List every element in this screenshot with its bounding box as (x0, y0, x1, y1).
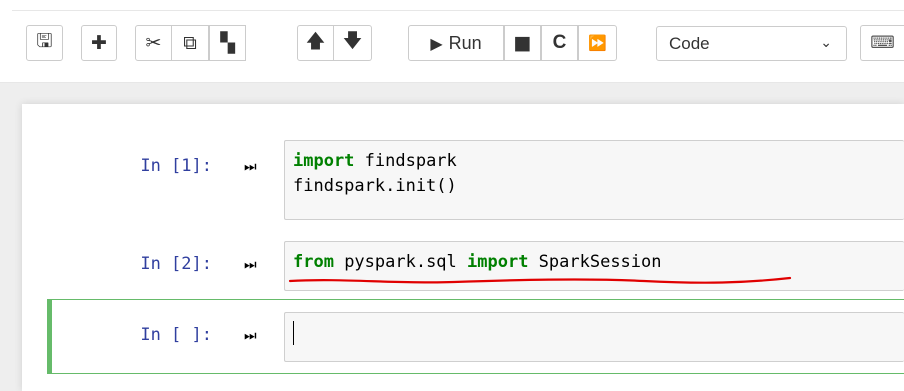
notebook-toolbar: 🖫 ✚ ✂ ⧉ ▚ 🡅 🡇 ▶ Run ■ C ⏩ Code ⌄ ⌨ (0, 0, 904, 83)
paste-button[interactable]: ▚ (209, 25, 246, 61)
menubar-divider (12, 10, 904, 11)
code-text: findspark.init() (293, 176, 457, 196)
arrow-down-icon: 🡇 (342, 30, 363, 52)
arrow-up-icon: 🡅 (305, 30, 326, 52)
code-input[interactable] (284, 312, 904, 362)
text-cursor (293, 321, 294, 345)
save-icon: 🖫 (36, 30, 53, 52)
copy-icon: ⧉ (183, 32, 197, 54)
insert-cell-button[interactable]: ✚ (81, 25, 117, 61)
copy-button[interactable]: ⧉ (172, 25, 209, 61)
plus-icon: ✚ (91, 32, 107, 54)
stop-icon: ■ (513, 32, 532, 54)
chevron-down-icon: ⌄ (820, 35, 832, 51)
scissors-icon: ✂ (145, 32, 162, 54)
restart-run-all-button[interactable]: ⏩ (578, 25, 617, 61)
run-cell-icon[interactable]: ⏭ (244, 328, 260, 344)
run-cell-icon[interactable]: ⏭ (244, 257, 260, 273)
run-cell-icon[interactable]: ⏭ (244, 159, 260, 175)
restart-button[interactable]: C (541, 25, 578, 61)
code-text: findspark (354, 151, 457, 171)
red-underline-annotation (288, 276, 792, 284)
keyword: import (293, 151, 355, 171)
cell-type-select[interactable]: Code ⌄ (656, 26, 847, 61)
code-line: findspark.init() (293, 174, 896, 199)
code-cell[interactable]: In [1]: ⏭ import findspark findspark.ini… (60, 140, 904, 220)
notebook-page: In [1]: ⏭ import findspark findspark.ini… (22, 104, 904, 391)
fast-forward-icon: ⏩ (588, 34, 607, 52)
cell-prompt: In [1]: (140, 156, 212, 176)
interrupt-button[interactable]: ■ (504, 25, 541, 61)
play-icon: ▶ (430, 33, 443, 53)
paste-icon: ▚ (220, 32, 235, 54)
run-label: Run (448, 32, 482, 53)
run-button[interactable]: ▶ Run (408, 25, 504, 61)
cell-type-value: Code (669, 33, 710, 53)
code-line: import findspark (293, 149, 896, 174)
code-cell-selected[interactable]: In [ ]: ⏭ (47, 299, 904, 374)
cut-button[interactable]: ✂ (135, 25, 172, 61)
cell-prompt: In [2]: (140, 254, 212, 274)
keyboard-icon: ⌨ (870, 33, 895, 53)
restart-icon: C (552, 32, 567, 53)
command-palette-button[interactable]: ⌨ (860, 25, 904, 61)
move-up-button[interactable]: 🡅 (297, 25, 334, 61)
save-button[interactable]: 🖫 (26, 25, 63, 61)
cell-prompt: In [ ]: (140, 325, 212, 345)
code-input[interactable]: import findspark findspark.init() (284, 140, 904, 220)
move-down-button[interactable]: 🡇 (334, 25, 372, 61)
code-cell[interactable]: In [2]: ⏭ from pyspark.sql import SparkS… (60, 241, 904, 291)
